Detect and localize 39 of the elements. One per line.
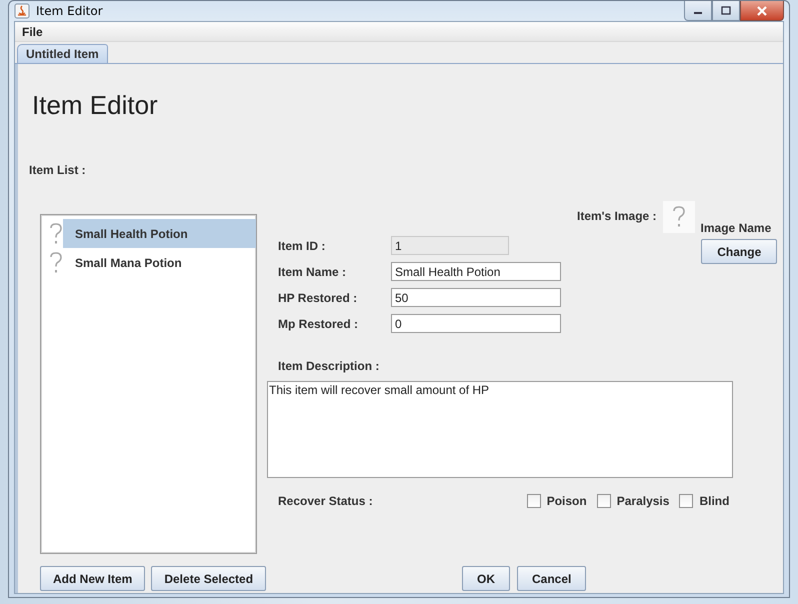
- maximize-button[interactable]: [712, 1, 740, 21]
- field-label: HP Restored :: [277, 290, 358, 304]
- question-mark-icon: [49, 222, 63, 244]
- checkbox-label: Poison: [546, 494, 587, 508]
- recover-status-label: Recover Status :: [278, 494, 373, 508]
- dialog-button[interactable]: Cancel: [517, 566, 586, 591]
- maximize-icon: [721, 6, 731, 15]
- checkbox-label: Blind: [699, 494, 730, 508]
- item-list-label: Item List :: [29, 163, 86, 177]
- field-label: Item Name :: [277, 264, 348, 278]
- tab[interactable]: Untitled Item: [17, 44, 108, 63]
- list-item[interactable]: Small Health Potion: [63, 219, 256, 248]
- list-button[interactable]: Add New Item: [40, 566, 146, 591]
- image-name: Image Name: [700, 221, 772, 235]
- app-icon: [14, 3, 30, 19]
- text-field[interactable]: Small Health Potion: [391, 262, 561, 281]
- change-button[interactable]: Change: [701, 239, 778, 264]
- checkbox-label: Paralysis: [616, 494, 670, 508]
- close-icon: [756, 6, 768, 16]
- checkbox[interactable]: [526, 494, 541, 508]
- description-label: Item Description :: [278, 359, 380, 373]
- description-field[interactable]: This item will recover small amount of HP: [267, 381, 733, 478]
- close-button[interactable]: [740, 1, 784, 21]
- list-button[interactable]: Delete Selected: [151, 566, 266, 591]
- minimize-button[interactable]: [684, 1, 712, 21]
- list-item[interactable]: Small Mana Potion: [63, 248, 256, 277]
- checkbox[interactable]: [596, 494, 611, 508]
- field-label: Mp Restored :: [277, 316, 360, 330]
- page-heading: Item Editor: [32, 90, 158, 121]
- image-label: Item's Image :: [577, 209, 657, 223]
- field-label: Item ID :: [277, 238, 326, 252]
- window-title: Item Editor: [36, 4, 103, 18]
- question-mark-icon: [49, 252, 63, 274]
- text-field[interactable]: 0: [391, 314, 561, 333]
- question-mark-icon: [672, 206, 686, 228]
- text-field[interactable]: 50: [391, 288, 561, 307]
- menu-item[interactable]: File: [18, 24, 47, 38]
- dialog-button[interactable]: OK: [462, 566, 510, 591]
- checkbox[interactable]: [679, 494, 694, 508]
